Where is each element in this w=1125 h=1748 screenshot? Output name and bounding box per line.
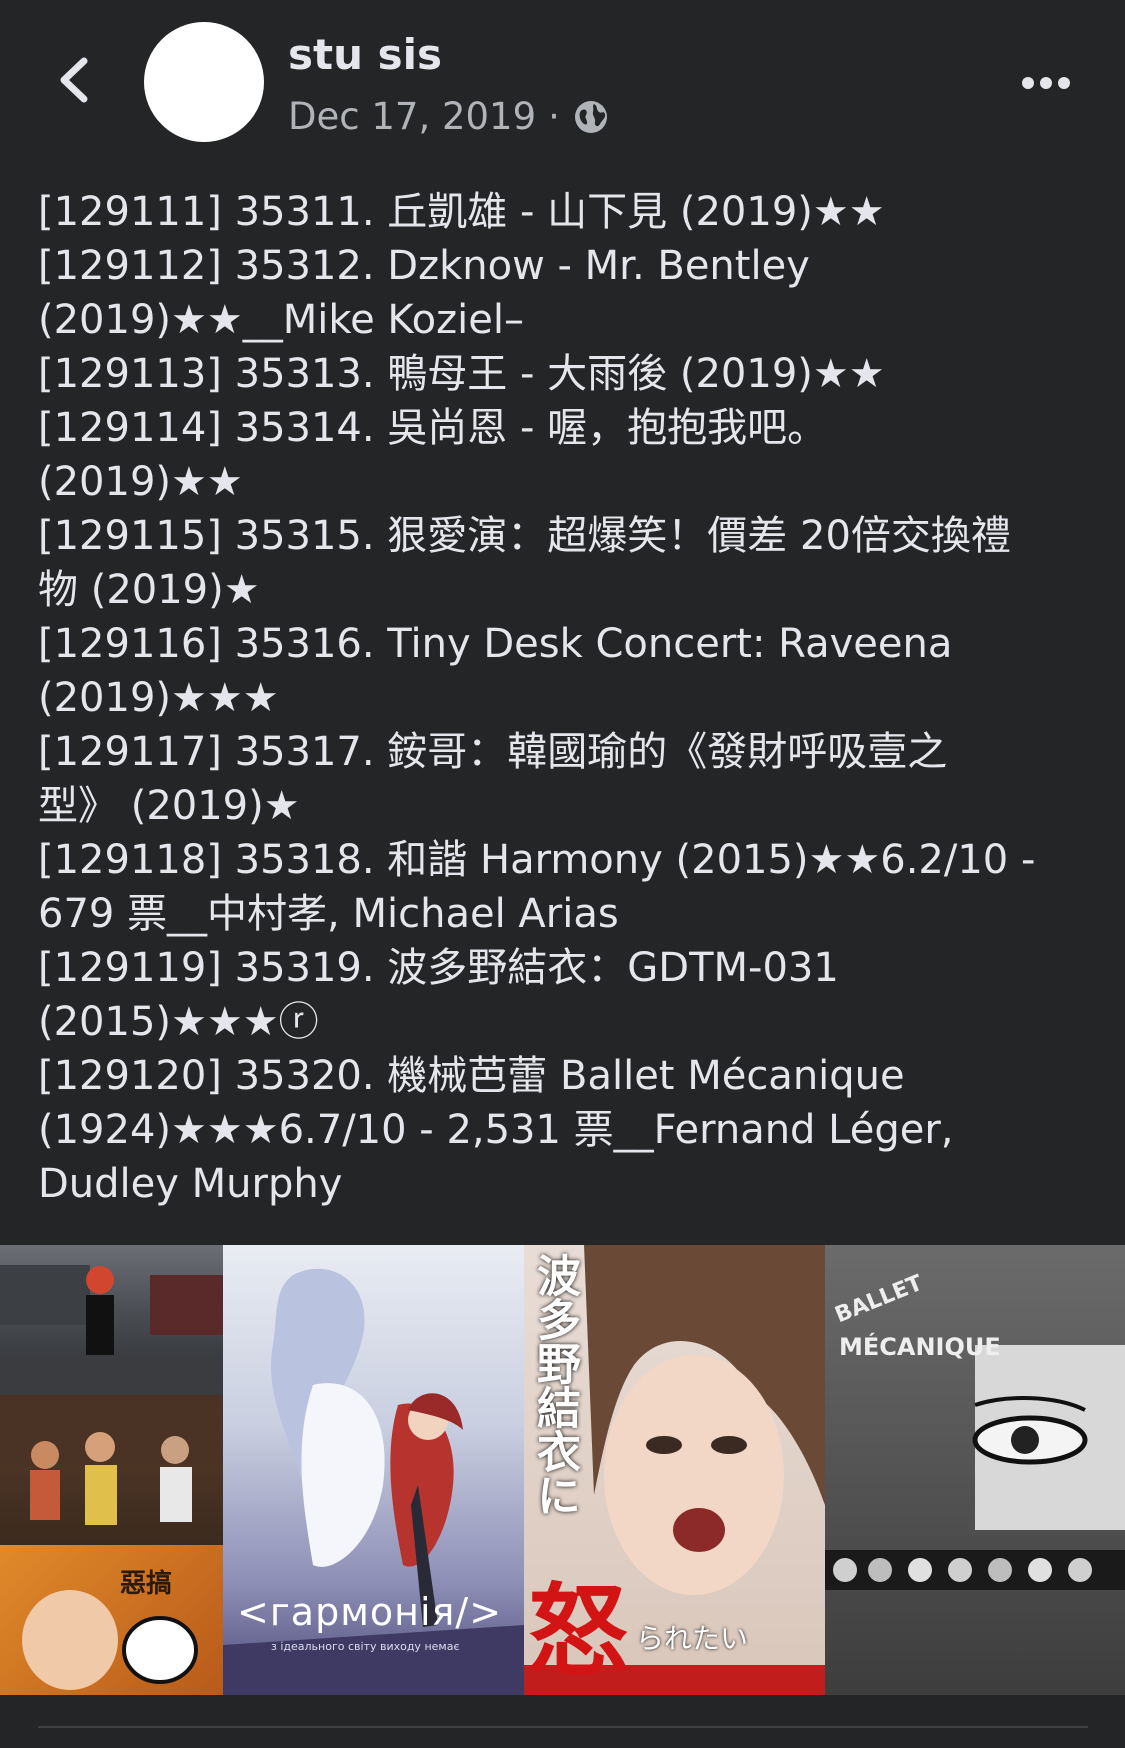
post-line: (2019)★★★ — [38, 675, 279, 721]
photo-hatano-poster[interactable]: 波多野結衣に 怒 られたい — [524, 1245, 825, 1695]
avatar[interactable] — [144, 22, 264, 142]
post-line: 679 票__中村孝, Michael Arias — [38, 891, 619, 937]
harmony-subtitle: з ідеального світу виходу немає — [271, 1640, 460, 1653]
post-meta: Dec 17, 2019 · — [288, 95, 610, 138]
post-line: [129113] 35313. 鴨母王 - 大雨後 (2019)★★ — [38, 351, 885, 397]
author-name[interactable]: stu sis — [288, 30, 442, 79]
photo-tiny-desk — [0, 1395, 223, 1545]
post-line: (2015)★★★ⓡ — [38, 999, 319, 1045]
post-line: [129120] 35320. 機械芭蕾 Ballet Mécanique — [38, 1053, 905, 1099]
photo-collage[interactable]: 惡搞 — [0, 1245, 223, 1695]
post-line: [129115] 35315. 狠愛演：超爆笑！價差 20倍交換禮 — [38, 513, 1011, 559]
post-line: (2019)★★ — [38, 459, 243, 505]
more-horizontal-icon — [1022, 77, 1070, 89]
post-header: stu sis Dec 17, 2019 · — [0, 0, 1125, 160]
post-line: Dudley Murphy — [38, 1161, 343, 1207]
post-line: (1924)★★★6.7/10 - 2,531 票__Fernand Léger… — [38, 1107, 954, 1153]
post-line: [129118] 35318. 和諧 Harmony (2015)★★6.2/1… — [38, 837, 1036, 883]
post-date[interactable]: Dec 17, 2019 — [288, 95, 536, 138]
globe-icon[interactable] — [572, 98, 610, 136]
hatano-title: 波多野結衣に — [529, 1253, 580, 1517]
post-line: [129114] 35314. 吳尚恩 - 喔，抱抱我吧。 — [38, 405, 828, 451]
more-options-button[interactable] — [1011, 58, 1081, 108]
meta-separator: · — [548, 95, 560, 138]
photo-harmony-poster[interactable]: <гармонія/> з ідеального світу виходу не… — [223, 1245, 524, 1695]
post-line: [129117] 35317. 銨哥：韓國瑜的《發財呼吸壹之 — [38, 729, 948, 775]
ballet-title-bottom: MÉCANIQUE — [839, 1333, 1001, 1361]
hatano-big-char: 怒 — [528, 1573, 628, 1690]
photo-ballet-mecanique[interactable]: BALLET MÉCANIQUE — [825, 1245, 1125, 1695]
post-line: 型》 (2019)★ — [38, 783, 300, 829]
chevron-left-icon — [60, 57, 88, 103]
photo-comedy: 惡搞 — [0, 1545, 223, 1695]
post-line: [129119] 35319. 波多野結衣：GDTM-031 — [38, 945, 839, 991]
hatano-subtitle: られたい — [636, 1622, 749, 1655]
back-button[interactable] — [44, 50, 104, 110]
divider — [38, 1726, 1088, 1728]
post-text: [129111] 35311. 丘凱雄 - 山下見 (2019)★★ [1291… — [38, 185, 1098, 1211]
post-line: (2019)★★__Mike Koziel– — [38, 297, 524, 343]
post-line: [129111] 35311. 丘凱雄 - 山下見 (2019)★★ — [38, 189, 885, 235]
harmony-title: <гармонія/> — [237, 1590, 503, 1634]
post-line: [129116] 35316. Tiny Desk Concert: Ravee… — [38, 621, 953, 667]
post-line: [129112] 35312. Dzknow - Mr. Bentley — [38, 243, 810, 289]
post-line: 物 (2019)★ — [38, 567, 260, 613]
photo-grid: 惡搞 <гармонія/> з ідеального світу виходу… — [0, 1245, 1125, 1695]
photo-street-scene — [0, 1245, 223, 1395]
